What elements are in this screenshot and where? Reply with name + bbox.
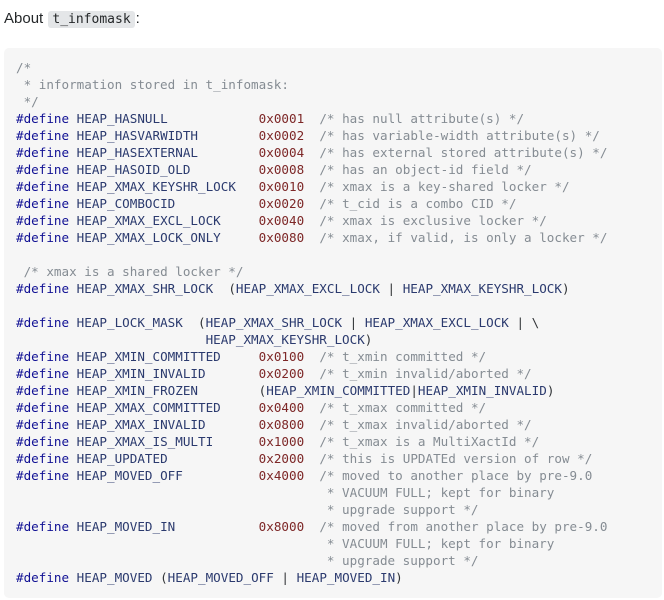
code-line: #define HEAP_MOVED (HEAP_MOVED_OFF | HEA… xyxy=(16,570,403,585)
code-line: * VACUUM FULL; kept for binary xyxy=(16,536,555,551)
code-line: HEAP_XMAX_KEYSHR_LOCK) xyxy=(205,332,373,347)
code-line: #define HEAP_COMBOCID 0x0020 /* t_cid is… xyxy=(16,196,517,211)
code-line: #define HEAP_HASVARWIDTH 0x0002 /* has v… xyxy=(16,128,600,143)
code-line: */ xyxy=(16,94,39,109)
code-line: /* xmax is a shared locker */ xyxy=(23,264,244,279)
intro-suffix: : xyxy=(135,10,140,27)
intro-paragraph: About t_infomask: xyxy=(4,9,140,30)
code-line: #define HEAP_XMAX_COMMITTED 0x0400 /* t_… xyxy=(16,400,487,415)
code-line: /* xyxy=(16,60,32,75)
code-line: * upgrade support */ xyxy=(16,502,479,517)
inline-code-t-infomask: t_infomask xyxy=(48,11,135,28)
code-line: #define HEAP_XMAX_IS_MULTI 0x1000 /* t_x… xyxy=(16,434,540,449)
code-line: #define HEAP_XMAX_SHR_LOCK (HEAP_XMAX_EX… xyxy=(16,281,570,296)
code-line: #define HEAP_XMIN_COMMITTED 0x0100 /* t_… xyxy=(16,349,487,364)
code-line: #define HEAP_XMAX_LOCK_ONLY 0x0080 /* xm… xyxy=(16,230,608,245)
code-line: #define HEAP_MOVED_IN 0x8000 /* moved fr… xyxy=(16,519,608,534)
code-line: * upgrade support */ xyxy=(16,553,479,568)
code-line: #define HEAP_HASOID_OLD 0x0008 /* has an… xyxy=(16,162,532,177)
intro-text: About xyxy=(4,10,44,27)
code-line: #define HEAP_XMAX_KEYSHR_LOCK 0x0010 /* … xyxy=(16,179,570,194)
code-line: * information stored in t_infomask: xyxy=(16,77,289,92)
code-line: #define HEAP_XMAX_EXCL_LOCK 0x0040 /* xm… xyxy=(16,213,547,228)
code-line: #define HEAP_UPDATED 0x2000 /* this is U… xyxy=(16,451,593,466)
code-line: #define HEAP_XMIN_INVALID 0x0200 /* t_xm… xyxy=(16,366,532,381)
code-line: #define HEAP_HASEXTERNAL 0x0004 /* has e… xyxy=(16,145,608,160)
code-line: #define HEAP_XMAX_INVALID 0x0800 /* t_xm… xyxy=(16,417,532,432)
code-line: #define HEAP_XMIN_FROZEN (HEAP_XMIN_COMM… xyxy=(16,383,555,398)
code-line: * VACUUM FULL; kept for binary xyxy=(16,485,555,500)
code-line: #define HEAP_LOCK_MASK (HEAP_XMAX_SHR_LO… xyxy=(16,315,540,330)
code-line: #define HEAP_HASNULL 0x0001 /* has null … xyxy=(16,111,525,126)
code-block: /* * information stored in t_infomask: *… xyxy=(4,48,662,598)
code-line: #define HEAP_MOVED_OFF 0x4000 /* moved t… xyxy=(16,468,593,483)
